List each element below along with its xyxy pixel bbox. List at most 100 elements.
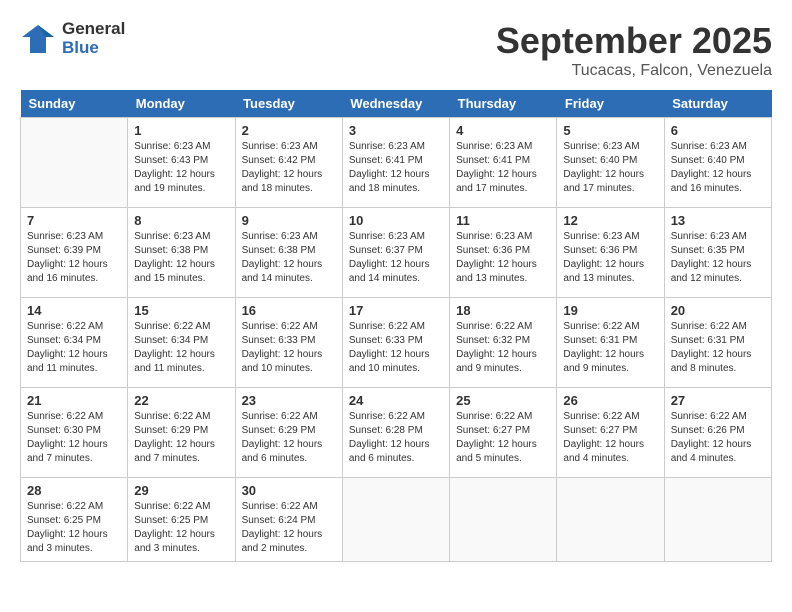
calendar-cell: 28 Sunrise: 6:22 AM Sunset: 6:25 PM Dayli… <box>21 478 128 562</box>
logo-general: General <box>62 20 125 39</box>
day-number: 4 <box>456 123 550 138</box>
calendar-cell <box>664 478 771 562</box>
calendar-week-row: 7 Sunrise: 6:23 AM Sunset: 6:39 PM Daylig… <box>21 208 772 298</box>
day-number: 23 <box>242 393 336 408</box>
day-number: 5 <box>563 123 657 138</box>
day-of-week-header: Friday <box>557 90 664 118</box>
day-info: Sunrise: 6:22 AM Sunset: 6:27 PM Dayligh… <box>563 410 657 466</box>
day-number: 18 <box>456 303 550 318</box>
calendar-cell: 21 Sunrise: 6:22 AM Sunset: 6:30 PM Dayli… <box>21 388 128 478</box>
calendar-cell: 16 Sunrise: 6:22 AM Sunset: 6:33 PM Dayli… <box>235 298 342 388</box>
day-info: Sunrise: 6:22 AM Sunset: 6:32 PM Dayligh… <box>456 320 550 376</box>
calendar-cell: 11 Sunrise: 6:23 AM Sunset: 6:36 PM Dayli… <box>450 208 557 298</box>
day-number: 8 <box>134 213 228 228</box>
day-info: Sunrise: 6:22 AM Sunset: 6:34 PM Dayligh… <box>27 320 121 376</box>
day-info: Sunrise: 6:23 AM Sunset: 6:43 PM Dayligh… <box>134 140 228 196</box>
day-info: Sunrise: 6:22 AM Sunset: 6:31 PM Dayligh… <box>671 320 765 376</box>
calendar-cell: 5 Sunrise: 6:23 AM Sunset: 6:40 PM Daylig… <box>557 118 664 208</box>
calendar-cell <box>450 478 557 562</box>
day-number: 17 <box>349 303 443 318</box>
day-info: Sunrise: 6:23 AM Sunset: 6:41 PM Dayligh… <box>349 140 443 196</box>
day-info: Sunrise: 6:22 AM Sunset: 6:30 PM Dayligh… <box>27 410 121 466</box>
day-info: Sunrise: 6:22 AM Sunset: 6:31 PM Dayligh… <box>563 320 657 376</box>
calendar-cell: 6 Sunrise: 6:23 AM Sunset: 6:40 PM Daylig… <box>664 118 771 208</box>
day-number: 13 <box>671 213 765 228</box>
day-number: 20 <box>671 303 765 318</box>
month-title: September 2025 <box>496 20 772 62</box>
day-number: 22 <box>134 393 228 408</box>
day-info: Sunrise: 6:22 AM Sunset: 6:29 PM Dayligh… <box>134 410 228 466</box>
day-number: 19 <box>563 303 657 318</box>
day-info: Sunrise: 6:22 AM Sunset: 6:33 PM Dayligh… <box>242 320 336 376</box>
calendar-cell: 18 Sunrise: 6:22 AM Sunset: 6:32 PM Dayli… <box>450 298 557 388</box>
calendar-cell: 25 Sunrise: 6:22 AM Sunset: 6:27 PM Dayli… <box>450 388 557 478</box>
day-info: Sunrise: 6:23 AM Sunset: 6:42 PM Dayligh… <box>242 140 336 196</box>
day-of-week-header: Saturday <box>664 90 771 118</box>
calendar-cell <box>342 478 449 562</box>
calendar-cell: 23 Sunrise: 6:22 AM Sunset: 6:29 PM Dayli… <box>235 388 342 478</box>
logo: General Blue <box>20 20 125 57</box>
logo-bird-icon <box>20 21 56 57</box>
calendar-cell: 9 Sunrise: 6:23 AM Sunset: 6:38 PM Daylig… <box>235 208 342 298</box>
day-number: 21 <box>27 393 121 408</box>
calendar-cell: 3 Sunrise: 6:23 AM Sunset: 6:41 PM Daylig… <box>342 118 449 208</box>
day-info: Sunrise: 6:22 AM Sunset: 6:28 PM Dayligh… <box>349 410 443 466</box>
page-header: General Blue September 2025 Tucacas, Fal… <box>20 20 772 80</box>
day-info: Sunrise: 6:22 AM Sunset: 6:29 PM Dayligh… <box>242 410 336 466</box>
calendar-cell <box>557 478 664 562</box>
day-number: 11 <box>456 213 550 228</box>
day-number: 28 <box>27 483 121 498</box>
calendar-cell: 15Sunrise: 6:22 AM Sunset: 6:34 PM Dayli… <box>128 298 235 388</box>
calendar-header-row: SundayMondayTuesdayWednesdayThursdayFrid… <box>21 90 772 118</box>
day-number: 6 <box>671 123 765 138</box>
calendar-cell: 20 Sunrise: 6:22 AM Sunset: 6:31 PM Dayli… <box>664 298 771 388</box>
day-info: Sunrise: 6:23 AM Sunset: 6:41 PM Dayligh… <box>456 140 550 196</box>
calendar-cell: 17Sunrise: 6:22 AM Sunset: 6:33 PM Dayli… <box>342 298 449 388</box>
day-number: 30 <box>242 483 336 498</box>
calendar-week-row: 1Sunrise: 6:23 AM Sunset: 6:43 PM Daylig… <box>21 118 772 208</box>
day-info: Sunrise: 6:23 AM Sunset: 6:38 PM Dayligh… <box>242 230 336 286</box>
day-info: Sunrise: 6:23 AM Sunset: 6:40 PM Dayligh… <box>563 140 657 196</box>
day-info: Sunrise: 6:22 AM Sunset: 6:26 PM Dayligh… <box>671 410 765 466</box>
day-number: 26 <box>563 393 657 408</box>
day-number: 24 <box>349 393 443 408</box>
day-number: 12 <box>563 213 657 228</box>
calendar-cell: 26 Sunrise: 6:22 AM Sunset: 6:27 PM Dayli… <box>557 388 664 478</box>
calendar-cell: 2 Sunrise: 6:23 AM Sunset: 6:42 PM Daylig… <box>235 118 342 208</box>
calendar-cell: 13 Sunrise: 6:23 AM Sunset: 6:35 PM Dayli… <box>664 208 771 298</box>
day-info: Sunrise: 6:22 AM Sunset: 6:25 PM Dayligh… <box>27 500 121 556</box>
day-of-week-header: Sunday <box>21 90 128 118</box>
day-number: 9 <box>242 213 336 228</box>
day-number: 16 <box>242 303 336 318</box>
day-number: 14 <box>27 303 121 318</box>
calendar-cell: 27 Sunrise: 6:22 AM Sunset: 6:26 PM Dayli… <box>664 388 771 478</box>
day-info: Sunrise: 6:23 AM Sunset: 6:36 PM Dayligh… <box>456 230 550 286</box>
calendar-cell: 19 Sunrise: 6:22 AM Sunset: 6:31 PM Dayli… <box>557 298 664 388</box>
day-number: 25 <box>456 393 550 408</box>
day-number: 27 <box>671 393 765 408</box>
day-info: Sunrise: 6:23 AM Sunset: 6:35 PM Dayligh… <box>671 230 765 286</box>
calendar-cell: 29Sunrise: 6:22 AM Sunset: 6:25 PM Dayli… <box>128 478 235 562</box>
title-block: September 2025 Tucacas, Falcon, Venezuel… <box>496 20 772 80</box>
calendar-cell <box>21 118 128 208</box>
day-info: Sunrise: 6:23 AM Sunset: 6:38 PM Dayligh… <box>134 230 228 286</box>
day-info: Sunrise: 6:23 AM Sunset: 6:36 PM Dayligh… <box>563 230 657 286</box>
calendar-cell: 7 Sunrise: 6:23 AM Sunset: 6:39 PM Daylig… <box>21 208 128 298</box>
day-info: Sunrise: 6:22 AM Sunset: 6:25 PM Dayligh… <box>134 500 228 556</box>
day-number: 15 <box>134 303 228 318</box>
day-of-week-header: Monday <box>128 90 235 118</box>
day-number: 3 <box>349 123 443 138</box>
day-of-week-header: Thursday <box>450 90 557 118</box>
calendar-cell: 12 Sunrise: 6:23 AM Sunset: 6:36 PM Dayli… <box>557 208 664 298</box>
day-number: 2 <box>242 123 336 138</box>
day-info: Sunrise: 6:22 AM Sunset: 6:27 PM Dayligh… <box>456 410 550 466</box>
logo-blue: Blue <box>62 39 125 58</box>
calendar-cell: 22 Sunrise: 6:22 AM Sunset: 6:29 PM Dayli… <box>128 388 235 478</box>
day-number: 7 <box>27 213 121 228</box>
day-info: Sunrise: 6:23 AM Sunset: 6:40 PM Dayligh… <box>671 140 765 196</box>
calendar-cell: 30Sunrise: 6:22 AM Sunset: 6:24 PM Dayli… <box>235 478 342 562</box>
calendar-week-row: 21 Sunrise: 6:22 AM Sunset: 6:30 PM Dayli… <box>21 388 772 478</box>
calendar-cell: 14 Sunrise: 6:22 AM Sunset: 6:34 PM Dayli… <box>21 298 128 388</box>
day-of-week-header: Tuesday <box>235 90 342 118</box>
day-info: Sunrise: 6:23 AM Sunset: 6:39 PM Dayligh… <box>27 230 121 286</box>
